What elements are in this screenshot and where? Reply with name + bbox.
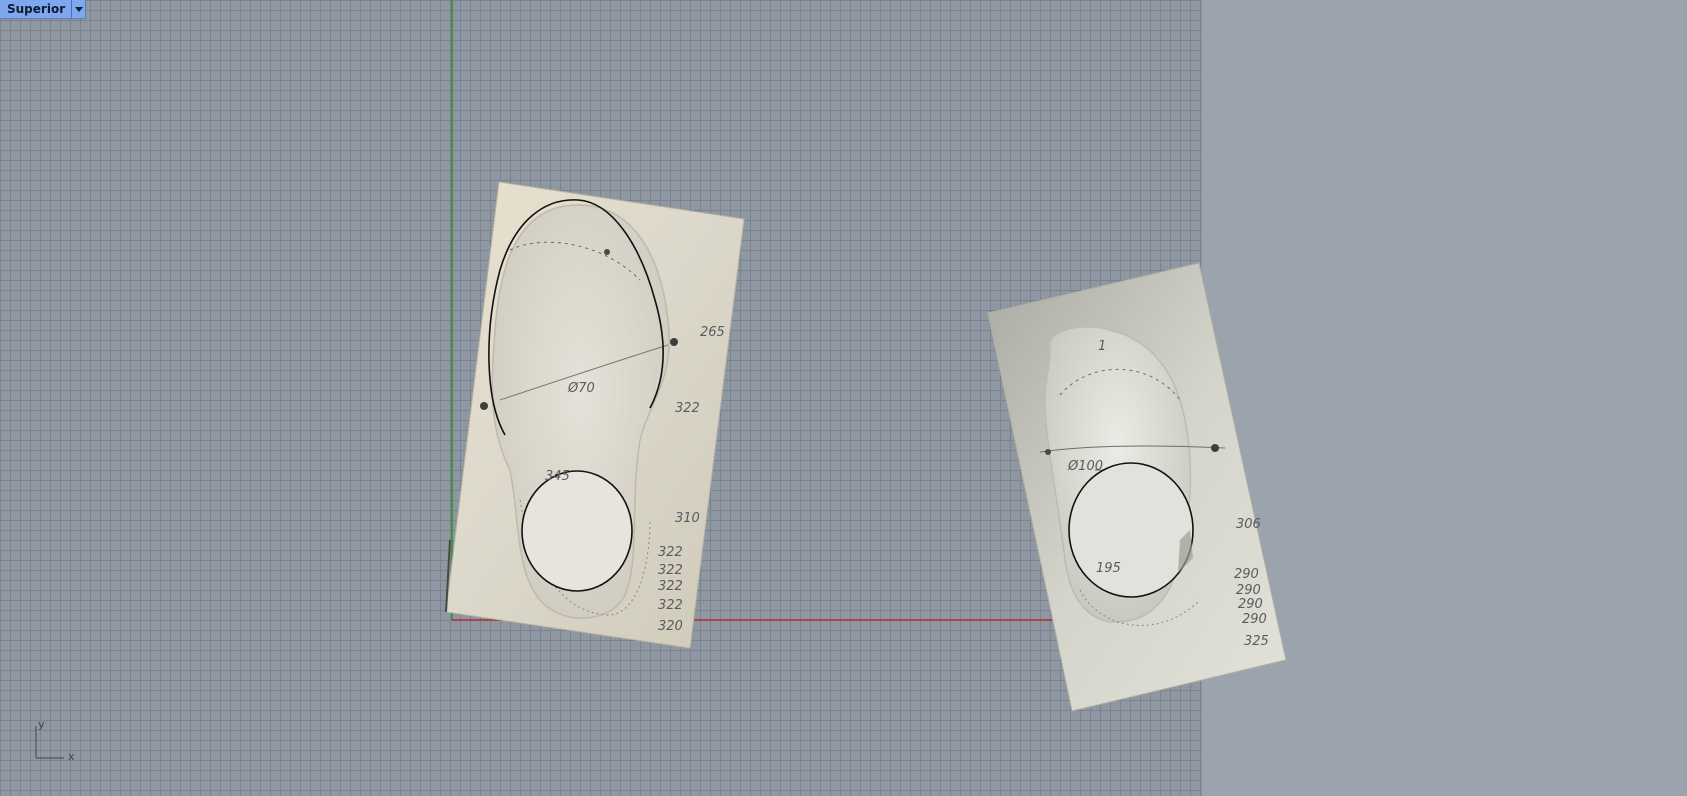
scene-canvas[interactable]: 265 322 Ø70 345 310 322 322 322 322 320 … [0,0,1687,796]
annotation-left-6: 322 [658,563,683,578]
annotation-left-5: 322 [658,545,683,560]
chevron-down-icon[interactable] [71,0,85,18]
annotation-left-3: 345 [545,469,570,484]
annotation-right-4: 290 [1234,567,1259,582]
annotation-left-2: Ø70 [567,381,595,396]
annotation-right-5: 290 [1236,583,1261,598]
viewport-tab[interactable]: Superior [0,0,87,19]
axis-y-label: y [38,718,45,731]
reference-image-left[interactable]: 265 322 Ø70 345 310 322 322 322 322 320 [445,181,745,649]
annotation-right-3: 306 [1236,517,1261,532]
annotation-left-1: 322 [675,401,700,416]
viewport-title[interactable]: Superior [0,0,71,18]
annotation-left-4: 310 [675,511,700,526]
annotation-right-7: 290 [1242,612,1267,627]
annotation-right-8: 325 [1244,634,1269,649]
annotation-left-8: 322 [658,598,683,613]
annotation-left-9: 320 [658,619,683,634]
axis-x-label: x [68,750,75,763]
reference-image-right[interactable]: 1 Ø100 195 306 290 290 290 290 325 [987,262,1287,712]
annotation-right-2: 195 [1096,561,1121,576]
annotation-right-1: Ø100 [1067,459,1103,474]
annotation-left-7: 322 [658,579,683,594]
annotation-left-0: 265 [700,325,725,340]
annotation-right-6: 290 [1238,597,1263,612]
axis-widget: y x [35,718,75,763]
annotation-right-0: 1 [1098,339,1106,354]
